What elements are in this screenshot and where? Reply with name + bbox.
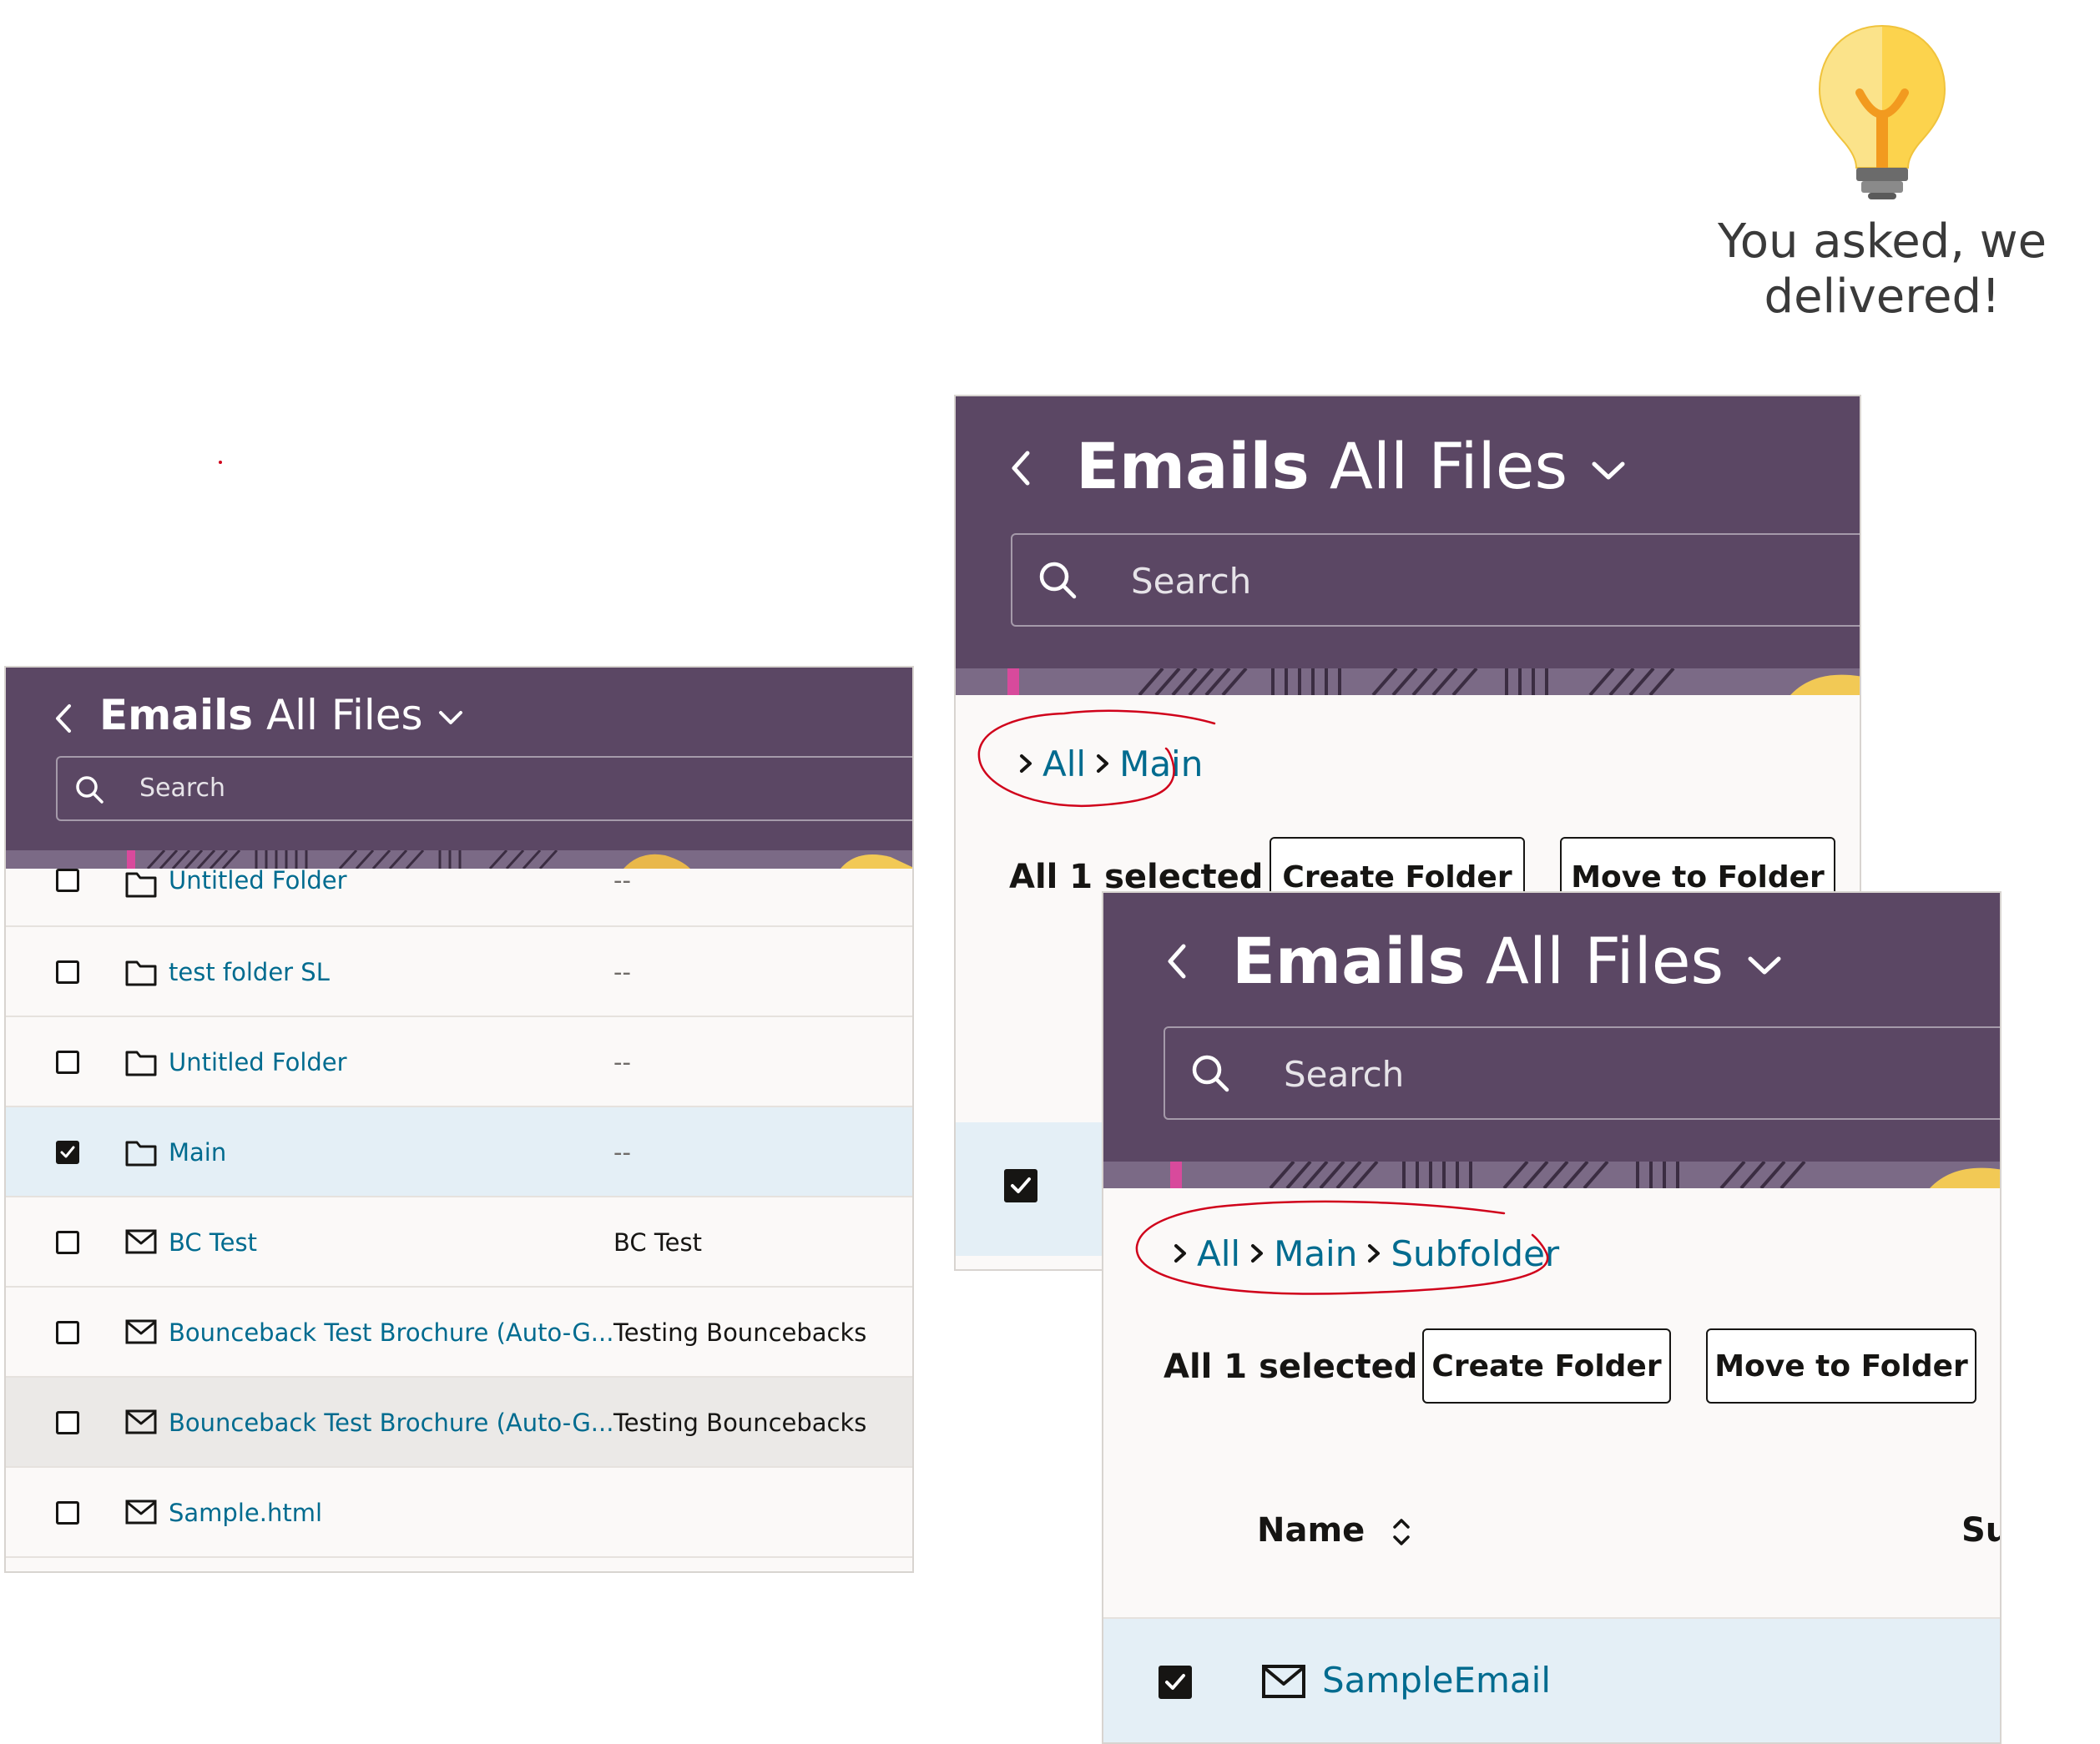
row-name[interactable]: Untitled Folder [169,1046,347,1079]
title-rest: All Files [1485,924,1724,998]
search-input[interactable]: Search [1011,533,1860,627]
row-checkbox[interactable] [56,1321,79,1344]
chevron-left-icon[interactable] [1006,443,1036,493]
chevron-left-icon[interactable] [1162,936,1192,986]
table-row-selected[interactable]: Main -- [6,1107,912,1197]
row-checkbox-checked[interactable] [56,1141,79,1164]
row-name[interactable]: Untitled Folder [169,864,347,897]
selection-count: All 1 selected [1164,1348,1418,1386]
checkmark-icon [1165,1674,1185,1690]
folder-icon [125,960,157,986]
title-bold: Emails [99,691,254,739]
email-icon [1262,1665,1305,1698]
title-bold: Emails [1076,429,1310,503]
email-icon [125,1409,157,1434]
chevron-down-icon[interactable] [436,706,466,731]
email-icon [125,1319,157,1344]
row-checkbox[interactable] [56,960,79,984]
checkmark-icon [1011,1177,1031,1193]
column-name-label: Name [1257,1511,1366,1550]
column-header-name[interactable]: Name [1257,1507,1418,1554]
row-name[interactable]: Bounceback Test Brochure (Auto-G... [169,1406,613,1439]
chevron-left-icon[interactable] [51,698,76,739]
row-subject: -- [613,866,631,895]
page-title: Emails All Files [99,686,466,744]
panel-header: Emails All Files Search [6,668,912,869]
title-rest: All Files [1329,429,1568,503]
row-name[interactable]: Bounceback Test Brochure (Auto-G... [169,1316,613,1349]
search-placeholder: Search [1284,1054,1405,1095]
table-row[interactable]: Bounceback Test Brochure (Auto-G... Test… [6,1288,912,1378]
row-checkbox[interactable] [56,1501,79,1525]
panel-subfolder: Emails All Files Search All Main Subfold… [1102,891,2002,1744]
search-input[interactable]: Search [1164,1026,2000,1120]
folder-icon [125,872,157,898]
annotation-circle [1135,1200,1549,1295]
email-icon [125,1229,157,1254]
row-name[interactable]: Main [169,1136,226,1169]
header-pattern [1103,1162,2000,1188]
row-subject: -- [613,1138,631,1167]
search-icon [76,776,103,804]
header-pattern [6,850,912,869]
folder-icon [125,1141,157,1167]
row-checkbox-checked[interactable] [1004,1169,1037,1202]
move-to-folder-button[interactable]: Move to Folder [1706,1328,1976,1404]
row-subject: -- [613,958,631,986]
header-pattern [956,668,1860,695]
page-title: Emails All Files [1232,920,1785,1003]
chevron-down-icon[interactable] [1588,454,1629,487]
annotation-dot [219,461,222,464]
panel-header: Emails All Files Search [1103,893,2000,1188]
row-subject: BC Test [613,1228,702,1257]
table-row[interactable]: Bounceback Test Brochure (Auto-G... Test… [6,1378,912,1468]
row-name[interactable]: test folder SL [169,955,330,989]
search-placeholder: Search [1131,561,1252,602]
search-icon [1039,562,1077,599]
panel-header: Emails All Files Search [956,396,1860,695]
table-row[interactable]: Untitled Folder -- [6,866,912,927]
email-icon [125,1500,157,1525]
panel-file-list: Emails All Files Search Untitled Folder … [4,666,914,1573]
row-subject: Testing Bouncebacks [613,1409,867,1437]
column-header-subject[interactable]: Su [1961,1507,2000,1554]
row-subject: Testing Bouncebacks [613,1318,867,1347]
table-row-selected[interactable]: SampleEmail [1103,1617,2000,1742]
row-checkbox[interactable] [56,1231,79,1254]
row-name[interactable]: Sample.html [169,1496,322,1530]
table-row[interactable]: BC Test BC Test [6,1197,912,1288]
folder-icon [125,1051,157,1076]
table-row[interactable]: Untitled Folder -- [6,1017,912,1107]
search-icon [1192,1055,1229,1092]
page-title: Emails All Files [1076,425,1629,508]
annotation-circle [977,709,1216,808]
title-rest: All Files [265,691,423,739]
row-checkbox[interactable] [56,869,79,892]
lightbulb-icon [1818,24,1946,199]
row-checkbox[interactable] [56,1411,79,1434]
row-checkbox-checked[interactable] [1159,1666,1192,1699]
row-checkbox[interactable] [56,1051,79,1074]
tip-text: You asked, we delivered! [1717,214,2047,324]
checkmark-icon [60,1146,75,1158]
create-folder-button[interactable]: Create Folder [1422,1328,1671,1404]
table-row[interactable]: test folder SL -- [6,927,912,1017]
row-subject: -- [613,1048,631,1076]
search-input[interactable]: Search [56,756,912,821]
title-bold: Emails [1232,924,1466,998]
table-row[interactable]: Sample.html [6,1468,912,1558]
row-name[interactable]: BC Test [169,1226,257,1259]
tip-callout: You asked, we delivered! [1694,21,2070,330]
search-placeholder: Search [139,774,226,803]
row-name[interactable]: SampleEmail [1322,1657,1551,1704]
chevron-down-icon[interactable] [1744,949,1785,982]
sort-icon[interactable] [1385,1514,1418,1550]
